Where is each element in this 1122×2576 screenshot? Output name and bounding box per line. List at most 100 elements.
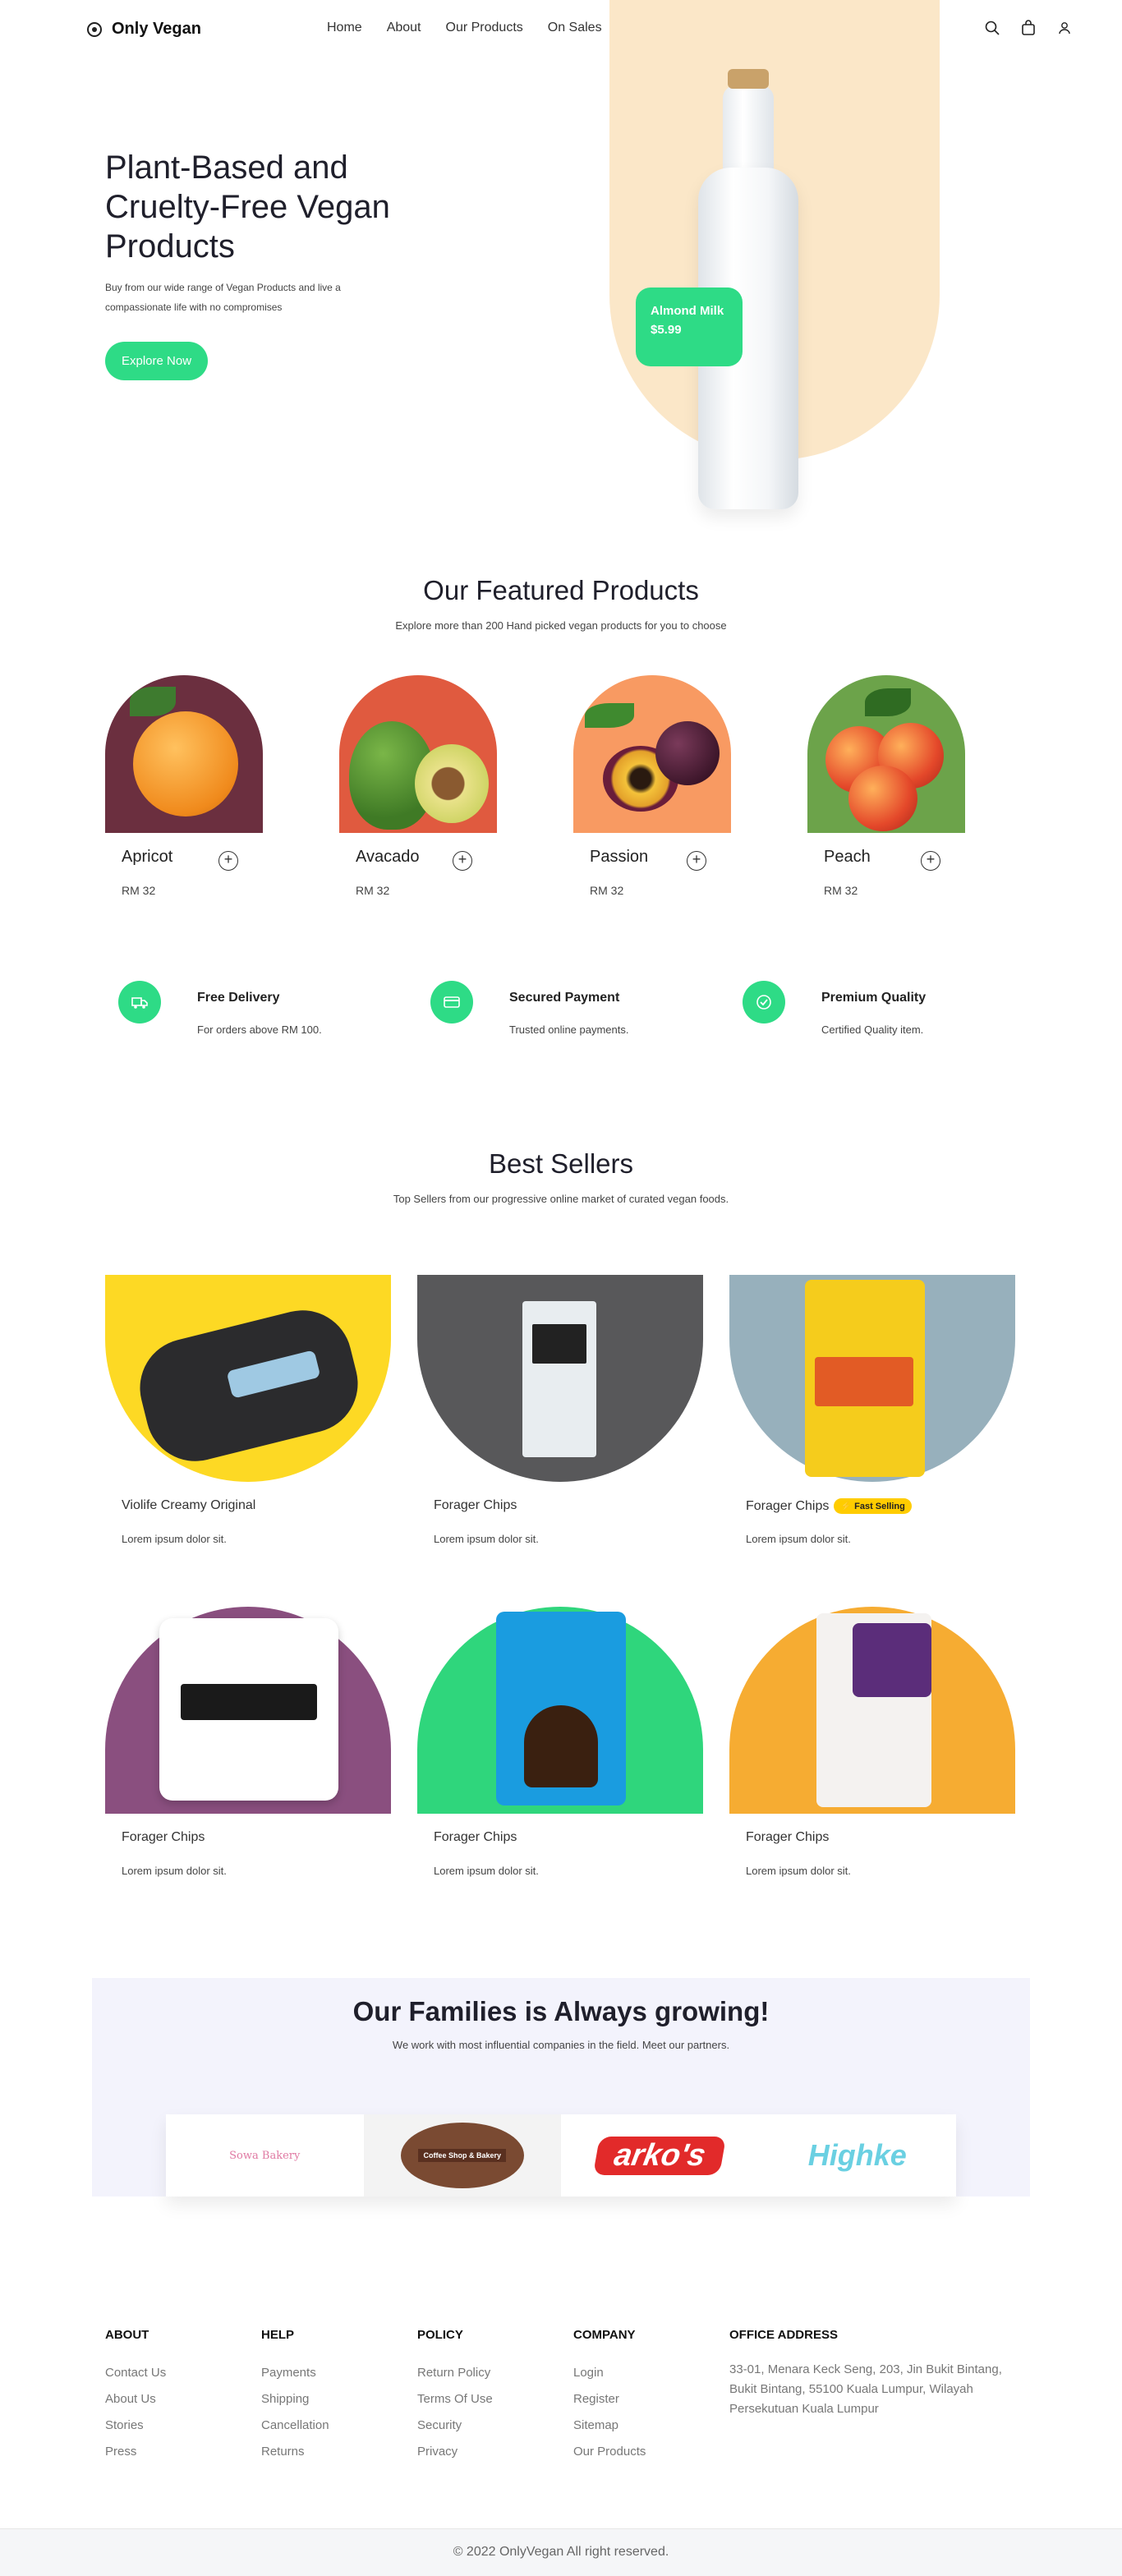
add-to-cart-button[interactable]: +	[687, 851, 706, 871]
footer-link-login[interactable]: Login	[573, 2360, 646, 2386]
footer-link-security[interactable]: Security	[417, 2413, 493, 2439]
hero-subtitle: Buy from our wide range of Vegan Product…	[105, 282, 341, 313]
best-seller-card[interactable]: Violife Creamy Original Lorem ipsum dolo…	[105, 1275, 391, 1545]
feature-free-delivery: Free Delivery For orders above RM 100.	[105, 981, 376, 1038]
brand-name: Only Vegan	[112, 20, 201, 38]
nav-about[interactable]: About	[387, 21, 421, 35]
footer-office: OFFICE ADDRESS 33-01, Menara Keck Seng, …	[729, 2328, 1025, 2419]
truck-icon	[118, 981, 161, 1024]
footer-company: COMPANY Login Register Sitemap Our Produ…	[573, 2328, 646, 2465]
cart-icon[interactable]	[1020, 20, 1037, 36]
product-name: Avacado	[356, 848, 420, 866]
feature-subtitle: For orders above RM 100.	[197, 1024, 322, 1036]
partner-logo-arkos[interactable]: arko's	[561, 2114, 759, 2196]
fast-selling-badge: ⚡ Fast Selling	[834, 1498, 912, 1514]
footer-link-register[interactable]: Register	[573, 2386, 646, 2413]
footer-link-shipping[interactable]: Shipping	[261, 2386, 329, 2413]
product-name: Forager Chips	[122, 1830, 205, 1844]
footer-link-privacy[interactable]: Privacy	[417, 2439, 493, 2465]
best-sellers-subtitle: Top Sellers from our progressive online …	[393, 1193, 729, 1205]
forager-chips-image	[729, 1275, 1015, 1482]
product-price: RM 32	[590, 884, 624, 897]
add-to-cart-button[interactable]: +	[218, 851, 238, 871]
footer-link-stories[interactable]: Stories	[105, 2413, 166, 2439]
featured-card[interactable]: Apricot + RM 32	[105, 675, 263, 897]
explore-now-button[interactable]: Explore Now	[105, 342, 209, 380]
footer-link-returns[interactable]: Returns	[261, 2439, 329, 2465]
partner-logo-buttercup[interactable]: Coffee Shop & Bakery	[363, 2114, 561, 2196]
partner-logo-sowa-bakery[interactable]: Sowa Bakery	[166, 2114, 364, 2196]
footer-policy: POLICY Return Policy Terms Of Use Securi…	[417, 2328, 493, 2465]
nav-home[interactable]: Home	[327, 21, 362, 35]
feature-premium-quality: Premium Quality Certified Quality item.	[729, 981, 1000, 1038]
partner-logos: Sowa Bakery Coffee Shop & Bakery arko's …	[166, 2114, 956, 2196]
featured-title: Our Featured Products	[423, 575, 699, 605]
product-description: Lorem ipsum dolor sit.	[122, 1865, 227, 1877]
feature-title: Free Delivery	[197, 991, 280, 1005]
footer-link-our-products[interactable]: Our Products	[573, 2439, 646, 2465]
best-seller-card[interactable]: Forager Chips Lorem ipsum dolor sit.	[417, 1607, 703, 1877]
add-to-cart-button[interactable]: +	[453, 851, 472, 871]
search-icon[interactable]	[984, 20, 1000, 36]
footer-link-contact-us[interactable]: Contact Us	[105, 2360, 166, 2386]
product-description: Lorem ipsum dolor sit.	[746, 1865, 851, 1877]
feature-title: Premium Quality	[821, 991, 927, 1005]
avacado-image	[339, 675, 497, 833]
brand-logo[interactable]: Only Vegan	[87, 20, 201, 39]
hero-title: Plant-Based and Cruelty-Free Vegan Produ…	[105, 150, 390, 264]
featured-card[interactable]: Passion + RM 32	[573, 675, 731, 897]
product-description: Lorem ipsum dolor sit.	[434, 1533, 539, 1545]
footer-link-terms-of-use[interactable]: Terms Of Use	[417, 2386, 493, 2413]
product-price: RM 32	[122, 884, 156, 897]
partners-subtitle: We work with most influential companies …	[392, 2039, 730, 2051]
best-sellers-title: Best Sellers	[488, 1148, 634, 1179]
nav-on-sales[interactable]: On Sales	[548, 21, 602, 35]
oatly-image	[417, 1275, 703, 1482]
footer-heading: ABOUT	[105, 2328, 149, 2342]
product-name: Forager Chips	[746, 1830, 830, 1844]
top-nav: Only Vegan Home About Our Products On Sa…	[0, 0, 1122, 59]
featured-card[interactable]: Avacado + RM 32	[339, 675, 497, 897]
main-menu: Home About Our Products On Sales	[327, 21, 602, 35]
footer-link-sitemap[interactable]: Sitemap	[573, 2413, 646, 2439]
feature-title: Secured Payment	[509, 991, 620, 1005]
check-icon	[743, 981, 785, 1024]
nav-our-products[interactable]: Our Products	[446, 21, 523, 35]
footer-link-about-us[interactable]: About Us	[105, 2386, 166, 2413]
ithaca-image	[105, 1607, 391, 1814]
user-icon[interactable]	[1056, 20, 1073, 36]
product-description: Lorem ipsum dolor sit.	[122, 1533, 227, 1545]
feature-subtitle: Certified Quality item.	[821, 1024, 924, 1036]
best-seller-card[interactable]: Forager Chips ⚡ Fast Selling Lorem ipsum …	[729, 1275, 1015, 1545]
product-description: Lorem ipsum dolor sit.	[746, 1533, 851, 1545]
best-seller-card[interactable]: Forager Chips Lorem ipsum dolor sit.	[729, 1607, 1015, 1877]
featured-card[interactable]: Peach + RM 32	[807, 675, 965, 897]
footer-link-press[interactable]: Press	[105, 2439, 166, 2465]
footer-link-payments[interactable]: Payments	[261, 2360, 329, 2386]
featured-subtitle: Explore more than 200 Hand picked vegan …	[395, 619, 727, 632]
hero-tag-name: Almond Milk	[651, 304, 724, 318]
footer-heading: COMPANY	[573, 2328, 636, 2342]
footer-heading: HELP	[261, 2328, 295, 2342]
footer-help: HELP Payments Shipping Cancellation Retu…	[261, 2328, 329, 2465]
peach-image	[807, 675, 965, 833]
footer-link-cancellation[interactable]: Cancellation	[261, 2413, 329, 2439]
footer-heading: POLICY	[417, 2328, 463, 2342]
hero-tag-price: $5.99	[651, 323, 682, 337]
add-to-cart-button[interactable]: +	[921, 851, 940, 871]
partner-logo-highke[interactable]: Highke	[758, 2114, 956, 2196]
feature-subtitle: Trusted online payments.	[509, 1024, 629, 1036]
activated-trail-mix-image	[729, 1607, 1015, 1814]
product-price: RM 32	[356, 884, 390, 897]
feature-secured-payment: Secured Payment Trusted online payments.	[417, 981, 688, 1038]
product-name: Forager Chips	[434, 1830, 517, 1844]
partners-section: Our Families is Always growing! We work …	[92, 1978, 1030, 2196]
footer-link-return-policy[interactable]: Return Policy	[417, 2360, 493, 2386]
best-seller-card[interactable]: Forager Chips Lorem ipsum dolor sit.	[417, 1275, 703, 1545]
product-name: Forager Chips	[434, 1498, 517, 1512]
best-seller-card[interactable]: Forager Chips Lorem ipsum dolor sit.	[105, 1607, 391, 1877]
hero-price-tag[interactable]: Almond Milk $5.99	[636, 288, 743, 366]
apricot-image	[105, 675, 263, 833]
skinny-dipped-image	[417, 1607, 703, 1814]
product-name: Apricot	[122, 848, 173, 866]
